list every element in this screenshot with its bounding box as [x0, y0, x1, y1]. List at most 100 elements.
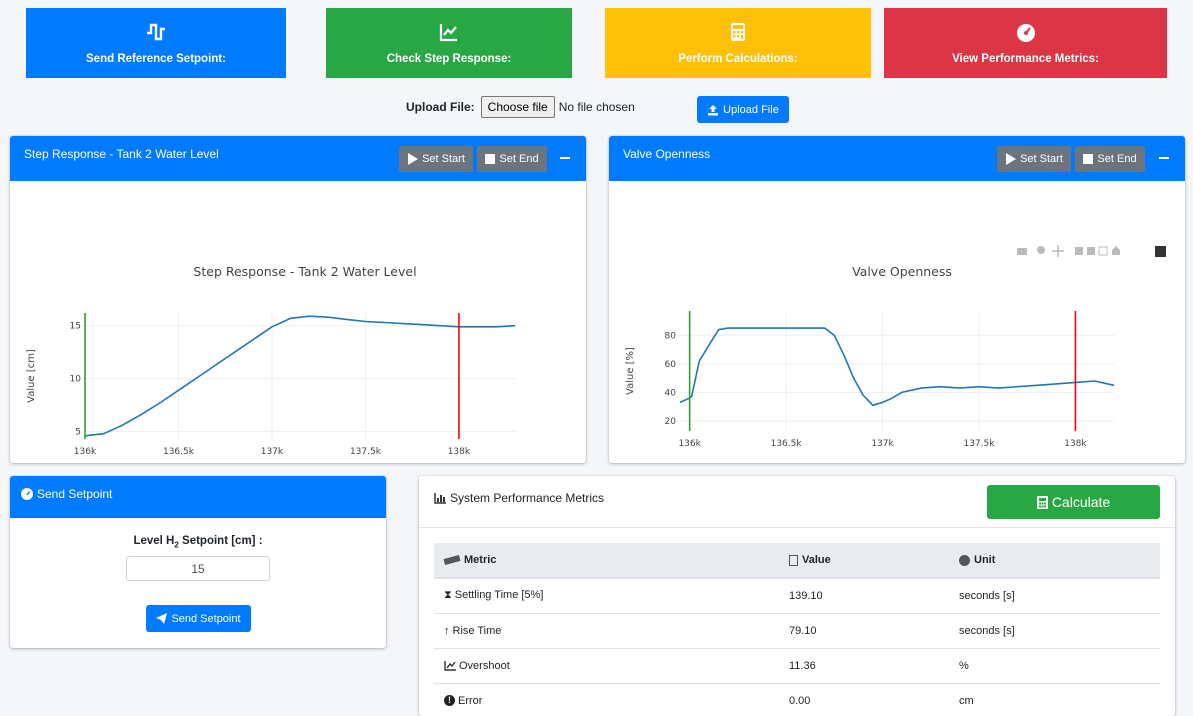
y-tick-label: 15 — [70, 322, 81, 332]
y-tick-label: 5 — [75, 428, 81, 438]
send-setpoint-header: Send Setpoint — [10, 476, 386, 518]
send-setpoint-label: Send Setpoint — [171, 612, 241, 625]
x-tick-label: 138k — [1064, 439, 1087, 449]
upload-row: Upload File: Choose file No file chosen — [406, 96, 635, 118]
step-response-title: Step Response - Tank 2 Water Level — [24, 147, 219, 161]
gauge-icon — [1016, 24, 1035, 42]
calculator-icon — [789, 554, 798, 566]
table-row: ! Error 0.00 cm — [434, 683, 1160, 716]
collapse-button[interactable] — [560, 157, 570, 159]
autoscale-icon[interactable] — [1098, 246, 1108, 256]
metrics-table: Metric Value Unit ⧗ Settling Time [5%] 13… — [434, 543, 1160, 716]
x-tick-label: 137.5k — [350, 447, 382, 457]
column-header-metric: Metric — [434, 543, 779, 579]
metric-label: Settling Time [5%] — [454, 589, 544, 602]
play-icon — [1006, 153, 1017, 165]
nav-card-perform-calculations[interactable]: Perform Calculations: — [605, 8, 871, 78]
zoom-out-icon[interactable] — [1087, 247, 1095, 255]
arrow-up-icon: ↑ — [444, 624, 450, 637]
unit-cell: seconds [s] — [949, 613, 1160, 649]
x-tick-label: 137k — [871, 439, 894, 449]
send-setpoint-button[interactable]: Send Setpoint — [146, 605, 251, 632]
gauge-icon — [959, 554, 970, 566]
step-response-plot: 136k 136.5k 137k 137.5k 138k 5 10 15 Step Respon… — [26, 264, 516, 457]
set-start-button[interactable]: Set Start — [997, 146, 1071, 172]
value-cell: 139.10 — [779, 578, 949, 614]
upload-file-button[interactable]: Upload File — [697, 96, 789, 123]
y-tick-label: 80 — [665, 331, 677, 341]
calculate-button[interactable]: Calculate — [987, 485, 1160, 519]
series-line — [679, 327, 1115, 407]
column-header-unit: Unit — [949, 543, 1160, 579]
column-header-value: Value — [779, 543, 949, 579]
y-tick-label: 20 — [665, 417, 677, 427]
metric-cell: Overshoot — [434, 648, 779, 684]
wave-square-icon — [147, 23, 165, 41]
nav-card-send-reference[interactable]: Send Reference Setpoint: — [26, 8, 286, 78]
paper-plane-icon — [156, 613, 168, 624]
set-end-label: Set End — [1097, 153, 1137, 165]
set-end-label: Set End — [499, 153, 539, 165]
choose-file-button[interactable]: Choose file — [480, 96, 555, 118]
table-row: ⧗ Settling Time [5%] 139.10 seconds [s] — [434, 578, 1160, 614]
valve-openness-plot: 136k 136.5k 137k 137.5k 138k 20 40 60 80 Valve Op… — [625, 245, 1166, 449]
nav-card-label: Send Reference Setpoint: — [86, 53, 226, 65]
calculate-label: Calculate — [1051, 494, 1111, 510]
plotly-logo-icon[interactable] — [1155, 246, 1166, 257]
step-response-card: Step Response - Tank 2 Water Level Set S… — [10, 136, 586, 463]
nav-card-check-step-response[interactable]: Check Step Response: — [326, 8, 572, 78]
set-start-button[interactable]: Set Start — [399, 146, 473, 172]
x-tick-label: 137.5k — [963, 439, 995, 449]
reset-axes-icon[interactable] — [1112, 246, 1120, 255]
set-start-label: Set Start — [1020, 153, 1063, 165]
metric-label: Overshoot — [459, 659, 510, 672]
ruler-icon — [443, 555, 461, 566]
set-end-button[interactable]: Set End — [1075, 146, 1145, 172]
unit-cell: % — [949, 648, 1160, 684]
label-prefix: Level H — [133, 535, 175, 547]
x-tick-label: 138k — [448, 447, 471, 457]
setpoint-input[interactable]: 15 — [126, 556, 270, 581]
collapse-button[interactable] — [1159, 157, 1169, 159]
valve-openness-card: Valve Openness Set Start Set End 136k 136… — [609, 136, 1185, 463]
y-tick-label: 40 — [665, 388, 677, 398]
performance-metrics-card: System Performance Metrics Calculate Met… — [419, 476, 1175, 716]
label-suffix: Setpoint [cm] : — [178, 535, 263, 547]
stop-icon — [485, 154, 496, 164]
stop-icon — [1083, 154, 1094, 164]
table-row: ↑ Rise Time 79.10 seconds [s] — [434, 613, 1160, 649]
set-start-label: Set Start — [422, 153, 465, 165]
valve-openness-header: Valve Openness Set Start Set End — [609, 136, 1185, 181]
upload-file-label: Upload File: — [406, 100, 475, 114]
metric-label: Error — [458, 694, 483, 707]
play-icon — [408, 153, 419, 165]
metric-cell: ! Error — [434, 683, 779, 716]
camera-icon[interactable] — [1017, 248, 1027, 255]
exclamation-circle-icon: ! — [444, 695, 455, 707]
x-tick-label: 136k — [74, 447, 97, 457]
pan-icon[interactable] — [1052, 245, 1064, 257]
metric-label: Rise Time — [452, 624, 502, 637]
gauge-icon — [21, 488, 33, 500]
zoom-icon[interactable] — [1037, 246, 1045, 254]
chart-title: Step Response - Tank 2 Water Level — [193, 264, 416, 279]
value-cell: 11.36 — [779, 648, 949, 684]
nav-card-view-performance-metrics[interactable]: View Performance Metrics: — [884, 8, 1167, 78]
metrics-header-label: System Performance Metrics — [434, 491, 604, 505]
valve-openness-title: Valve Openness — [623, 147, 711, 161]
y-axis-label: Value [cm] — [26, 349, 37, 403]
column-label: Value — [802, 554, 831, 566]
series-line — [84, 315, 516, 437]
zoom-in-icon[interactable] — [1075, 247, 1083, 255]
metric-cell: ↑ Rise Time — [434, 613, 779, 649]
nav-card-label: View Performance Metrics: — [952, 53, 1099, 65]
x-tick-label: 136.5k — [163, 447, 195, 457]
x-tick-label: 136k — [678, 439, 701, 449]
column-label: Unit — [974, 554, 996, 566]
nav-card-label: Check Step Response: — [386, 53, 512, 65]
chart-title: Valve Openness — [852, 264, 952, 279]
metric-cell: ⧗ Settling Time [5%] — [434, 578, 779, 614]
calculator-icon — [1036, 495, 1048, 509]
y-axis-label: Value [%] — [625, 347, 636, 395]
set-end-button[interactable]: Set End — [477, 146, 547, 172]
